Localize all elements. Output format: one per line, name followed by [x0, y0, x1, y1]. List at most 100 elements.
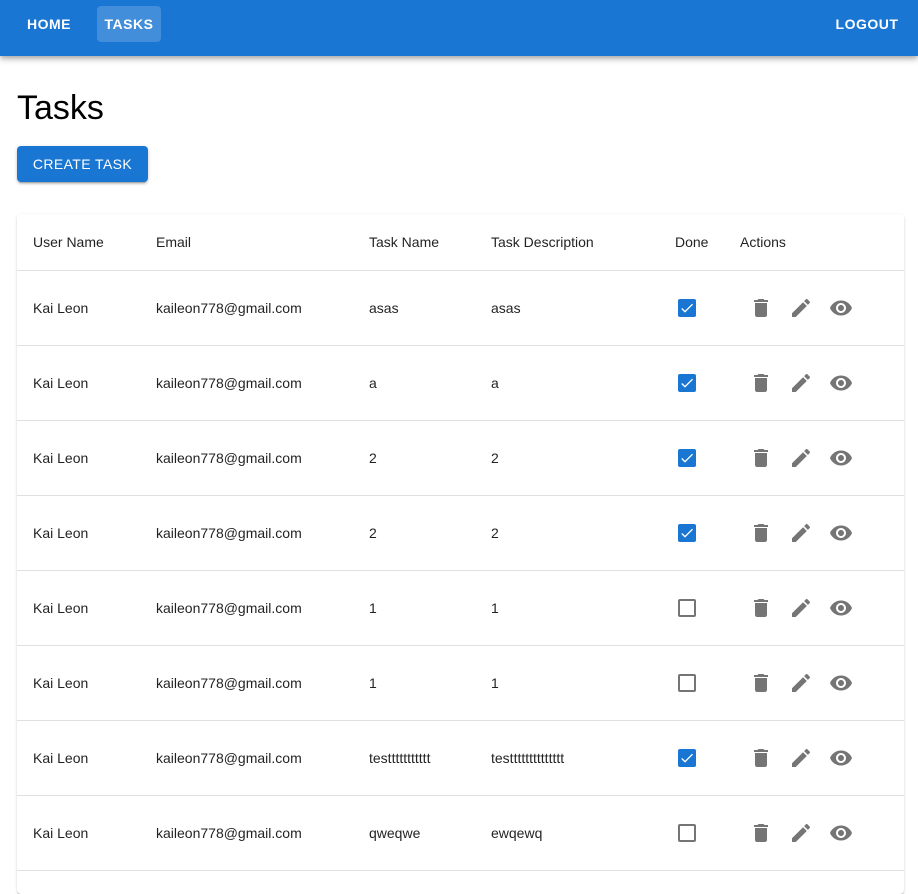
- delete-button[interactable]: [749, 521, 773, 545]
- create-task-button[interactable]: CREATE TASK: [17, 146, 148, 182]
- edit-icon: [792, 673, 811, 692]
- done-checkbox[interactable]: [678, 824, 696, 842]
- header-task-name: Task Name: [369, 234, 440, 250]
- header-actions: Actions: [740, 234, 786, 250]
- table-row: Kai Leon kaileon778@gmail.com 1 1: [17, 646, 904, 721]
- view-button[interactable]: [829, 596, 853, 620]
- delete-button[interactable]: [749, 596, 773, 620]
- cell-task-name: 1: [369, 600, 377, 616]
- visibility-icon: [830, 300, 852, 316]
- edit-icon: [792, 448, 811, 467]
- visibility-icon: [830, 750, 852, 766]
- visibility-icon: [830, 450, 852, 466]
- delete-button[interactable]: [749, 371, 773, 395]
- app-bar: HOME TASKS LOGOUT: [0, 0, 918, 56]
- cell-email: kaileon778@gmail.com: [156, 825, 302, 841]
- delete-icon: [754, 824, 768, 842]
- cell-email: kaileon778@gmail.com: [156, 300, 302, 316]
- cell-task-description: ewqewq: [491, 825, 543, 841]
- view-button[interactable]: [829, 821, 853, 845]
- edit-button[interactable]: [789, 446, 813, 470]
- edit-button[interactable]: [789, 521, 813, 545]
- view-button[interactable]: [829, 746, 853, 770]
- done-checkbox[interactable]: [678, 599, 696, 617]
- cell-user-name: Kai Leon: [33, 375, 89, 391]
- visibility-icon: [830, 600, 852, 616]
- cell-task-name: a: [369, 375, 377, 391]
- done-checkbox[interactable]: [678, 674, 696, 692]
- delete-icon: [754, 674, 768, 692]
- edit-icon: [792, 298, 811, 317]
- edit-icon: [792, 523, 811, 542]
- view-button[interactable]: [829, 521, 853, 545]
- cell-task-name: 2: [369, 450, 377, 466]
- edit-button[interactable]: [789, 746, 813, 770]
- view-button[interactable]: [829, 671, 853, 695]
- edit-button[interactable]: [789, 671, 813, 695]
- cell-email: kaileon778@gmail.com: [156, 450, 302, 466]
- edit-button[interactable]: [789, 821, 813, 845]
- table-row: Kai Leon kaileon778@gmail.com 2 2: [17, 496, 904, 571]
- cell-task-description: 2: [491, 525, 499, 541]
- visibility-icon: [830, 375, 852, 391]
- check-icon: [681, 378, 693, 388]
- cell-email: kaileon778@gmail.com: [156, 750, 302, 766]
- cell-email: kaileon778@gmail.com: [156, 375, 302, 391]
- cell-task-description: 1: [491, 600, 499, 616]
- edit-icon: [792, 373, 811, 392]
- view-button[interactable]: [829, 296, 853, 320]
- delete-button[interactable]: [749, 821, 773, 845]
- logout-button[interactable]: LOGOUT: [828, 6, 906, 42]
- table-row: Kai Leon kaileon778@gmail.com a a: [17, 346, 904, 421]
- nav-home-button[interactable]: HOME: [17, 6, 81, 42]
- check-icon: [681, 528, 693, 538]
- table-row: Kai Leon kaileon778@gmail.com qweqwe ewqewq: [17, 796, 904, 871]
- cell-task-name: testtttttttttt: [369, 750, 431, 766]
- view-button[interactable]: [829, 371, 853, 395]
- cell-task-description: 1: [491, 675, 499, 691]
- delete-button[interactable]: [749, 446, 773, 470]
- cell-task-description: testttttttttttttt: [491, 750, 565, 766]
- delete-button[interactable]: [749, 746, 773, 770]
- table-header-row: User Name Email Task Name Task Descripti…: [17, 214, 904, 271]
- cell-user-name: Kai Leon: [33, 675, 89, 691]
- done-checkbox[interactable]: [678, 524, 696, 542]
- nav-tasks-button[interactable]: TASKS: [97, 6, 161, 42]
- cell-task-description: a: [491, 375, 499, 391]
- header-done: Done: [675, 234, 709, 250]
- done-checkbox[interactable]: [678, 374, 696, 392]
- edit-icon: [792, 748, 811, 767]
- done-checkbox[interactable]: [678, 449, 696, 467]
- delete-button[interactable]: [749, 671, 773, 695]
- done-checkbox[interactable]: [678, 299, 696, 317]
- table-body: Kai Leon kaileon778@gmail.com asas asas Kai …: [17, 271, 904, 871]
- cell-user-name: Kai Leon: [33, 600, 89, 616]
- table-row: Kai Leon kaileon778@gmail.com asas asas: [17, 271, 904, 346]
- cell-task-description: 2: [491, 450, 499, 466]
- table-row: Kai Leon kaileon778@gmail.com 1 1: [17, 571, 904, 646]
- cell-task-name: 2: [369, 525, 377, 541]
- edit-icon: [792, 823, 811, 842]
- cell-user-name: Kai Leon: [33, 825, 89, 841]
- cell-email: kaileon778@gmail.com: [156, 675, 302, 691]
- cell-email: kaileon778@gmail.com: [156, 600, 302, 616]
- delete-icon: [754, 449, 768, 467]
- check-icon: [681, 753, 693, 763]
- cell-task-name: qweqwe: [369, 825, 421, 841]
- check-icon: [681, 303, 693, 313]
- delete-icon: [754, 524, 768, 542]
- table-row: Kai Leon kaileon778@gmail.com testtttttttt…: [17, 721, 904, 796]
- delete-icon: [754, 299, 768, 317]
- delete-button[interactable]: [749, 296, 773, 320]
- header-user-name: User Name: [33, 234, 104, 250]
- table-row: Kai Leon kaileon778@gmail.com 2 2: [17, 421, 904, 496]
- edit-button[interactable]: [789, 596, 813, 620]
- cell-task-name: asas: [369, 300, 399, 316]
- done-checkbox[interactable]: [678, 749, 696, 767]
- page-title: Tasks: [17, 89, 104, 127]
- edit-icon: [792, 598, 811, 617]
- view-button[interactable]: [829, 446, 853, 470]
- edit-button[interactable]: [789, 371, 813, 395]
- header-email: Email: [156, 234, 192, 250]
- edit-button[interactable]: [789, 296, 813, 320]
